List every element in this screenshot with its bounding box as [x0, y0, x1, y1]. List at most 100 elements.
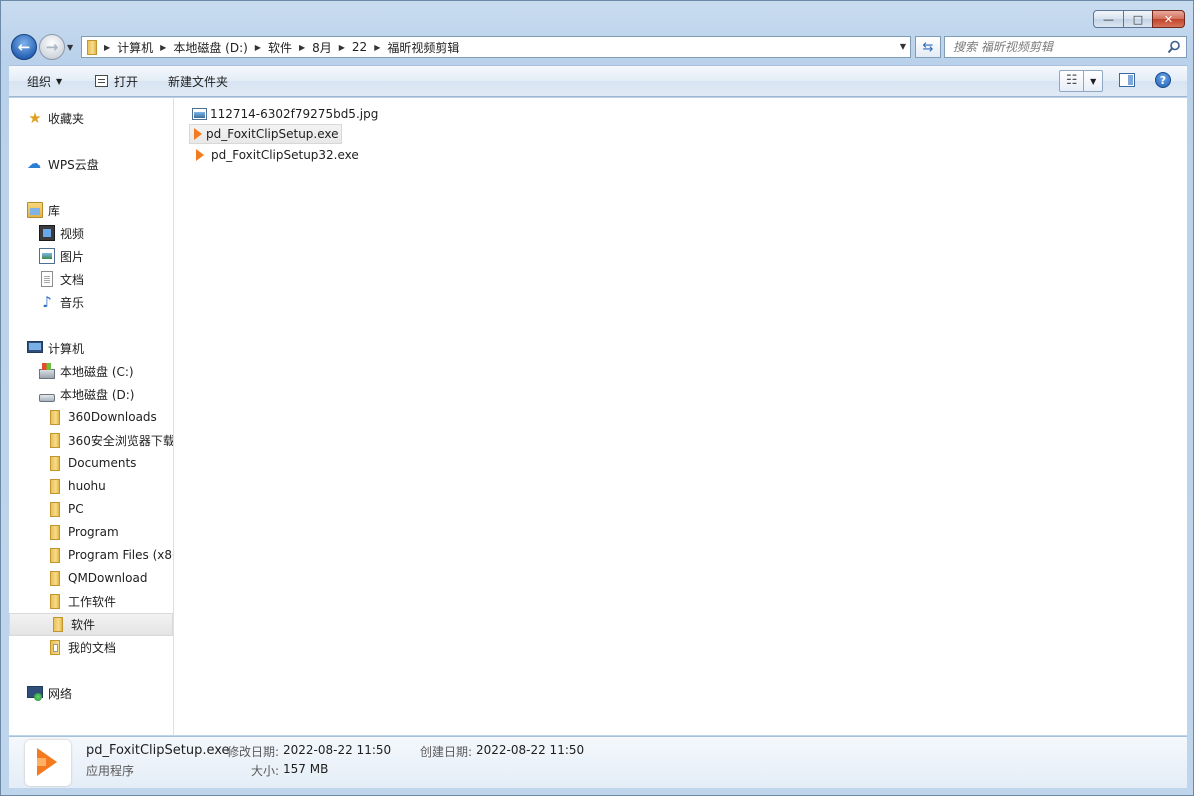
file-item[interactable]: pd_FoxitClipSetup32.exe — [192, 145, 364, 165]
file-item-selected[interactable]: pd_FoxitClipSetup.exe — [189, 124, 342, 144]
foxit-app-icon — [194, 128, 202, 140]
sidebar-item-network[interactable]: 网络 — [27, 682, 72, 704]
recent-pages-dropdown[interactable]: ▼ — [67, 43, 73, 52]
sidebar-folder-item[interactable]: PC — [47, 498, 84, 520]
picture-icon — [39, 248, 55, 264]
system-drive-icon — [39, 363, 55, 379]
open-button[interactable]: 打开 — [95, 66, 138, 96]
forward-button[interactable]: → — [39, 34, 65, 60]
sidebar-folder-item[interactable]: 360安全浏览器下载 — [47, 429, 174, 451]
folder-icon — [50, 547, 60, 563]
sidebar-item-label: 本地磁盘 (D:) — [60, 387, 135, 402]
breadcrumb-item[interactable]: 福昕视频剪辑 — [383, 37, 463, 57]
sidebar-folder-item-selected[interactable]: 软件 — [9, 613, 173, 636]
back-button[interactable]: ← — [11, 34, 37, 60]
breadcrumb-chevron-icon[interactable]: ▶ — [101, 43, 113, 52]
sidebar-item-libraries[interactable]: 库 — [27, 199, 60, 221]
breadcrumb-chevron-icon[interactable]: ▶ — [157, 43, 169, 52]
documents-folder-icon — [50, 639, 60, 655]
sidebar-item-label: 360安全浏览器下载 — [68, 433, 174, 448]
sidebar-folder-item[interactable]: QMDownload — [47, 567, 147, 589]
search-box[interactable] — [944, 36, 1187, 58]
library-icon — [27, 202, 43, 218]
sidebar-folder-item[interactable]: Program Files (x86) — [47, 544, 174, 566]
search-input[interactable] — [945, 39, 1165, 55]
breadcrumb-chevron-icon[interactable]: ▶ — [296, 43, 308, 52]
change-view-button[interactable]: ☷ ▼ — [1059, 70, 1103, 92]
breadcrumb-chevron-icon[interactable]: ▶ — [252, 43, 264, 52]
file-item[interactable]: 112714-6302f79275bd5.jpg — [192, 104, 383, 124]
drive-icon — [39, 394, 55, 402]
navigation-pane: ★ 收藏夹 ☁ WPS云盘 库 视频 图片 文档 ♪ 音乐 计算机 本地磁盘 (… — [9, 98, 174, 735]
size-value: 157 MB — [283, 762, 329, 776]
sidebar-item-label: 本地磁盘 (C:) — [60, 364, 134, 379]
new-folder-label: 新建文件夹 — [168, 74, 229, 89]
sidebar-folder-item[interactable]: Documents — [47, 452, 136, 474]
maximize-button[interactable]: □ — [1123, 10, 1153, 28]
address-dropdown-icon[interactable]: ▼ — [900, 42, 906, 51]
details-filetype: 应用程序 — [86, 764, 135, 778]
sidebar-item-label: 工作软件 — [68, 594, 117, 609]
preview-pane-button[interactable] — [1119, 73, 1135, 87]
dropdown-arrow-icon: ▼ — [56, 76, 63, 86]
sidebar-item-documents[interactable]: 文档 — [39, 268, 84, 290]
help-icon[interactable]: ? — [1155, 72, 1171, 88]
breadcrumb-item[interactable]: 8月 — [308, 37, 336, 57]
sidebar-folder-item[interactable]: huohu — [47, 475, 106, 497]
breadcrumb-item[interactable]: 本地磁盘 (D:) — [169, 37, 251, 57]
computer-icon — [27, 341, 43, 353]
sidebar-item-label: 收藏夹 — [48, 111, 85, 126]
sidebar-item-wps-cloud[interactable]: ☁ WPS云盘 — [27, 153, 99, 175]
sidebar-item-drive-c[interactable]: 本地磁盘 (C:) — [39, 360, 134, 382]
view-options-icon[interactable]: ☷ — [1060, 71, 1085, 91]
breadcrumb-chevron-icon[interactable]: ▶ — [371, 43, 383, 52]
arrow-left-icon: ← — [17, 38, 31, 56]
close-button[interactable]: ✕ — [1152, 10, 1185, 28]
sidebar-folder-item[interactable]: 我的文档 — [47, 636, 116, 658]
sidebar-item-label: 我的文档 — [68, 640, 117, 655]
new-folder-button[interactable]: 新建文件夹 — [168, 66, 228, 96]
size-label: 大小: — [251, 764, 280, 778]
organize-button[interactable]: 组织 ▼ — [27, 66, 62, 96]
address-bar[interactable]: ▶ 计算机 ▶ 本地磁盘 (D:) ▶ 软件 ▶ 8月 ▶ 22 ▶ 福昕视频剪… — [81, 36, 911, 58]
details-pane: pd_FoxitClipSetup.exe 应用程序 修改日期: 2022-08… — [9, 736, 1187, 788]
sidebar-folder-item[interactable]: 360Downloads — [47, 406, 157, 428]
details-filename: pd_FoxitClipSetup.exe — [86, 743, 230, 758]
sidebar-item-drive-d[interactable]: 本地磁盘 (D:) — [39, 383, 134, 405]
breadcrumb-item[interactable]: 22 — [348, 37, 371, 57]
sidebar-item-music[interactable]: ♪ 音乐 — [39, 291, 84, 313]
folder-icon — [50, 524, 60, 540]
sidebar-item-label: Program Files (x86) — [68, 548, 174, 562]
sidebar-item-label: Documents — [68, 456, 137, 470]
refresh-button[interactable]: ⇆ — [915, 36, 941, 58]
sidebar-item-favorites[interactable]: ★ 收藏夹 — [27, 107, 84, 129]
view-dropdown-icon[interactable]: ▼ — [1084, 77, 1102, 86]
network-icon — [27, 686, 43, 701]
breadcrumb-item[interactable]: 计算机 — [113, 37, 157, 57]
search-icon[interactable] — [1167, 40, 1181, 54]
sidebar-item-pictures[interactable]: 图片 — [39, 245, 84, 267]
open-label: 打开 — [114, 74, 139, 89]
file-name: 112714-6302f79275bd5.jpg — [210, 107, 379, 121]
folder-icon — [50, 570, 60, 586]
folder-icon — [50, 501, 60, 517]
foxit-app-icon — [196, 149, 204, 161]
minimize-button[interactable]: — — [1093, 10, 1124, 28]
open-icon — [95, 75, 108, 87]
sidebar-folder-item[interactable]: Program — [47, 521, 119, 543]
explorer-window: — □ ✕ ← → ▼ ▶ 计算机 ▶ 本地磁盘 (D:) ▶ 软件 ▶ 8月 … — [0, 0, 1194, 796]
created-value: 2022-08-22 11:50 — [476, 743, 585, 757]
sidebar-item-videos[interactable]: 视频 — [39, 222, 84, 244]
sidebar-item-computer[interactable]: 计算机 — [27, 337, 84, 359]
breadcrumb-item[interactable]: 软件 — [264, 37, 296, 57]
arrow-right-icon: → — [45, 38, 59, 56]
refresh-icon: ⇆ — [922, 39, 934, 55]
organize-label: 组织 — [27, 74, 52, 89]
cloud-icon: ☁ — [27, 156, 41, 172]
star-icon: ★ — [28, 109, 42, 127]
folder-icon — [53, 617, 63, 632]
sidebar-item-label: 音乐 — [60, 295, 85, 310]
sidebar-folder-item[interactable]: 工作软件 — [47, 590, 116, 612]
breadcrumb-chevron-icon[interactable]: ▶ — [336, 43, 348, 52]
sidebar-item-label: 视频 — [60, 226, 85, 241]
